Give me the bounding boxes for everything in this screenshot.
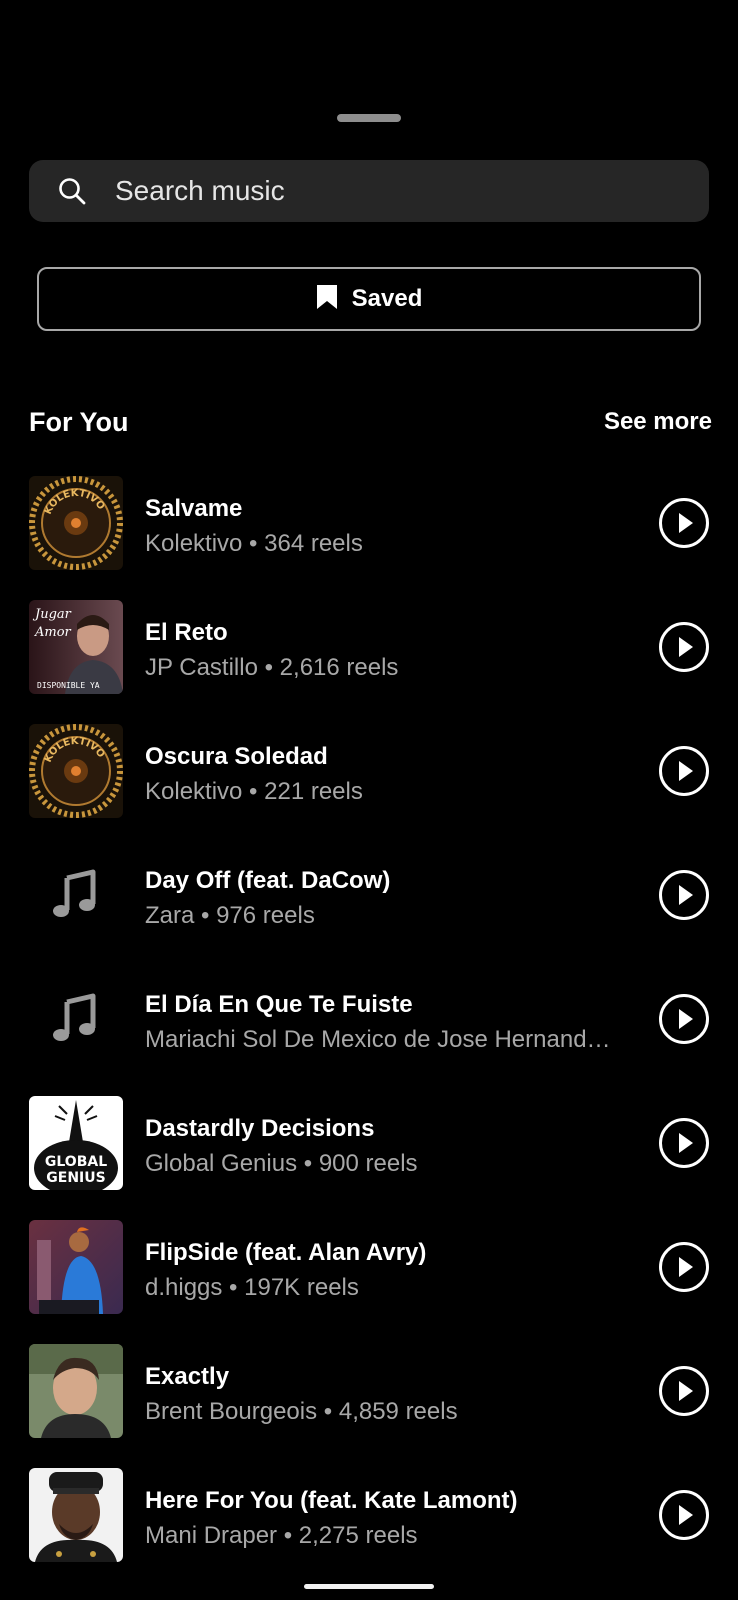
track-title: Here For You (feat. Kate Lamont) [145,1487,518,1514]
kolektivo-artwork: KOLEKTIVO [29,476,123,570]
track-row[interactable]: Day Off (feat. DaCow) Zara • 976 reels [0,846,738,970]
play-button[interactable] [658,1241,710,1293]
play-button[interactable] [658,1489,710,1541]
d-higgs-artwork [29,1220,123,1314]
for-you-header: For You See more [29,402,712,442]
play-icon [659,870,709,920]
mani-draper-artwork [29,1468,123,1562]
section-title: For You [29,406,129,437]
track-subtitle: Kolektivo • 364 reels [145,530,363,557]
play-icon [659,746,709,796]
play-button[interactable] [658,993,710,1045]
play-button[interactable] [658,621,710,673]
music-note-icon [29,848,123,942]
play-icon [659,1490,709,1540]
sheet-drag-handle[interactable] [337,114,401,122]
artwork-text: GLOBAL [45,1154,107,1170]
track-subtitle: d.higgs • 197K reels [145,1274,359,1301]
track-row[interactable]: Exactly Brent Bourgeois • 4,859 reels [0,1342,738,1466]
track-title: Dastardly Decisions [145,1115,375,1142]
track-title: Oscura Soledad [145,743,328,770]
track-title: Day Off (feat. DaCow) [145,867,391,894]
saved-button[interactable]: Saved [37,267,701,331]
track-title: Exactly [145,1363,230,1390]
track-row[interactable]: GLOBAL GENIUS Dastardly Decisions Global… [0,1094,738,1218]
track-title: El Reto [145,619,228,646]
play-icon [659,498,709,548]
artwork-text: Jugar [32,607,72,622]
track-list: KOLEKTIVO Salvame Kolektivo • 364 reels [0,474,738,1590]
track-subtitle: Mariachi Sol De Mexico de Jose Hernand… [145,1026,611,1053]
bookmark-icon [316,284,338,315]
saved-button-label: Saved [351,285,423,312]
play-button[interactable] [658,745,710,797]
track-row[interactable]: KOLEKTIVO Salvame Kolektivo • 364 reels [0,474,738,598]
track-title: El Día En Que Te Fuiste [145,991,413,1018]
home-indicator[interactable] [304,1584,434,1589]
jp-castillo-artwork: Jugar Amor DISPONIBLE YA [29,600,123,694]
kolektivo-artwork: KOLEKTIVO [29,724,123,818]
artwork-text: Amor [34,625,72,640]
track-subtitle: Zara • 976 reels [145,902,315,929]
track-subtitle: Kolektivo • 221 reels [145,778,363,805]
play-button[interactable] [658,869,710,921]
music-note-icon [29,972,123,1066]
track-subtitle: Global Genius • 900 reels [145,1150,418,1177]
track-subtitle: JP Castillo • 2,616 reels [145,654,399,681]
play-button[interactable] [658,1117,710,1169]
search-bar[interactable] [29,160,709,222]
play-button[interactable] [658,1365,710,1417]
see-more-link[interactable]: See more [604,408,712,436]
track-row[interactable]: El Día En Que Te Fuiste Mariachi Sol De … [0,970,738,1094]
play-icon [659,622,709,672]
search-icon [57,176,87,206]
track-row[interactable]: KOLEKTIVO Oscura Soledad Kolektivo • 221… [0,722,738,846]
track-title: FlipSide (feat. Alan Avry) [145,1239,427,1266]
play-button[interactable] [658,497,710,549]
track-subtitle: Brent Bourgeois • 4,859 reels [145,1398,458,1425]
track-title: Salvame [145,495,243,522]
play-icon [659,1242,709,1292]
track-row[interactable]: Jugar Amor DISPONIBLE YA El Reto JP Cast… [0,598,738,722]
search-input[interactable] [115,175,675,207]
play-icon [659,1118,709,1168]
artwork-text: GENIUS [46,1170,105,1186]
brent-bourgeois-artwork [29,1344,123,1438]
track-row[interactable]: FlipSide (feat. Alan Avry) d.higgs • 197… [0,1218,738,1342]
track-row[interactable]: Here For You (feat. Kate Lamont) Mani Dr… [0,1466,738,1590]
play-icon [659,1366,709,1416]
artwork-text: DISPONIBLE YA [37,681,100,690]
track-subtitle: Mani Draper • 2,275 reels [145,1522,418,1549]
global-genius-artwork: GLOBAL GENIUS [29,1096,123,1190]
play-icon [659,994,709,1044]
